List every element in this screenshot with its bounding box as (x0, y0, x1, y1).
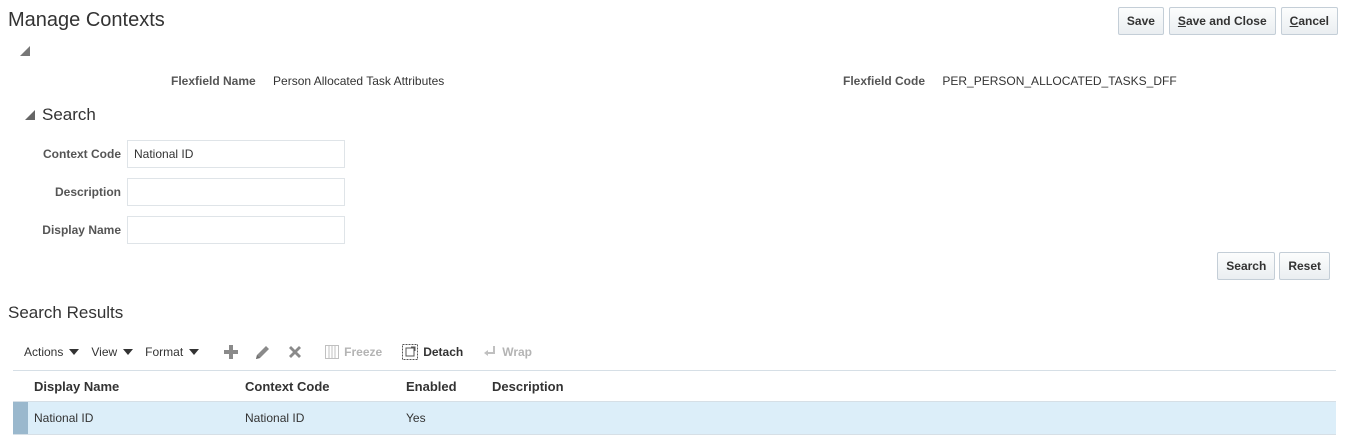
table-header: Display Name Context Code Enabled Descri… (13, 370, 1336, 402)
view-menu-label: View (91, 345, 118, 359)
flexfield-code-row: Flexfield Code PER_PERSON_ALLOCATED_TASK… (843, 74, 1177, 88)
search-button-bar: Search Reset (1217, 252, 1330, 280)
delete-x-icon[interactable] (285, 342, 305, 362)
column-header-display-name[interactable]: Display Name (34, 379, 119, 394)
wrap-icon (483, 345, 497, 359)
save-and-close-button[interactable]: Save and Close (1168, 7, 1276, 35)
description-row: Description (0, 178, 345, 206)
caret-down-icon (123, 349, 134, 355)
format-menu-label: Format (145, 345, 184, 359)
results-table: Display Name Context Code Enabled Descri… (13, 370, 1336, 435)
context-code-row: Context Code National ID (0, 140, 345, 168)
cell-context-code: National ID (245, 411, 305, 425)
display-name-input[interactable] (127, 216, 345, 244)
caret-down-icon (69, 349, 80, 355)
page-title: Manage Contexts (8, 9, 165, 31)
detach-button[interactable]: Detach (402, 344, 463, 360)
reset-button[interactable]: Reset (1279, 252, 1330, 280)
freeze-label: Freeze (344, 345, 383, 359)
save-and-close-label: ave and Close (1185, 14, 1267, 28)
view-menu[interactable]: View (91, 345, 134, 359)
display-name-row: Display Name (0, 216, 345, 244)
collapse-header-icon[interactable] (20, 46, 30, 56)
caret-down-icon (189, 349, 200, 355)
search-section-title: Search (42, 105, 96, 124)
disclosure-triangle-icon[interactable] (25, 110, 35, 120)
description-input[interactable] (127, 178, 345, 206)
results-toolbar: Actions View Format Freeze Detach Wrap (24, 342, 552, 362)
cancel-accesskey: C (1289, 14, 1299, 28)
flexfield-name-row: Flexfield Name Person Allocated Task Att… (171, 74, 444, 88)
detach-icon (402, 344, 419, 360)
search-results-title: Search Results (8, 303, 124, 322)
search-button[interactable]: Search (1217, 252, 1276, 280)
flexfield-name-label: Flexfield Name (171, 74, 256, 88)
actions-menu[interactable]: Actions (24, 345, 80, 359)
cell-display-name: National ID (34, 411, 94, 425)
context-code-label: Context Code (43, 147, 121, 161)
top-button-bar: Save Save and Close Cancel (1117, 7, 1338, 35)
cancel-label: ancel (1298, 14, 1329, 28)
table-row[interactable]: National ID National ID Yes (13, 402, 1336, 435)
flexfield-code-value: PER_PERSON_ALLOCATED_TASKS_DFF (942, 74, 1177, 88)
column-header-enabled[interactable]: Enabled (406, 379, 457, 394)
row-selection-marker (13, 402, 28, 434)
cancel-button[interactable]: Cancel (1280, 7, 1338, 35)
description-label: Description (54, 185, 121, 199)
context-code-input[interactable]: National ID (127, 140, 345, 168)
column-header-context-code[interactable]: Context Code (245, 379, 330, 394)
freeze-button[interactable]: Freeze (325, 345, 382, 359)
actions-menu-label: Actions (24, 345, 64, 359)
format-menu[interactable]: Format (145, 345, 200, 359)
edit-pencil-icon[interactable] (253, 342, 273, 362)
flexfield-name-value: Person Allocated Task Attributes (273, 74, 445, 88)
column-header-description[interactable]: Description (492, 379, 564, 394)
add-icon[interactable] (221, 342, 241, 362)
save-button[interactable]: Save (1117, 7, 1164, 35)
flexfield-code-label: Flexfield Code (843, 74, 926, 88)
wrap-button[interactable]: Wrap (483, 345, 532, 359)
display-name-label: Display Name (42, 223, 121, 237)
search-section-header[interactable]: Search (25, 105, 96, 125)
freeze-icon (325, 345, 340, 359)
cell-enabled: Yes (406, 411, 426, 425)
save-and-close-accesskey: S (1177, 14, 1186, 28)
detach-label: Detach (423, 345, 464, 359)
wrap-label: Wrap (502, 345, 533, 359)
